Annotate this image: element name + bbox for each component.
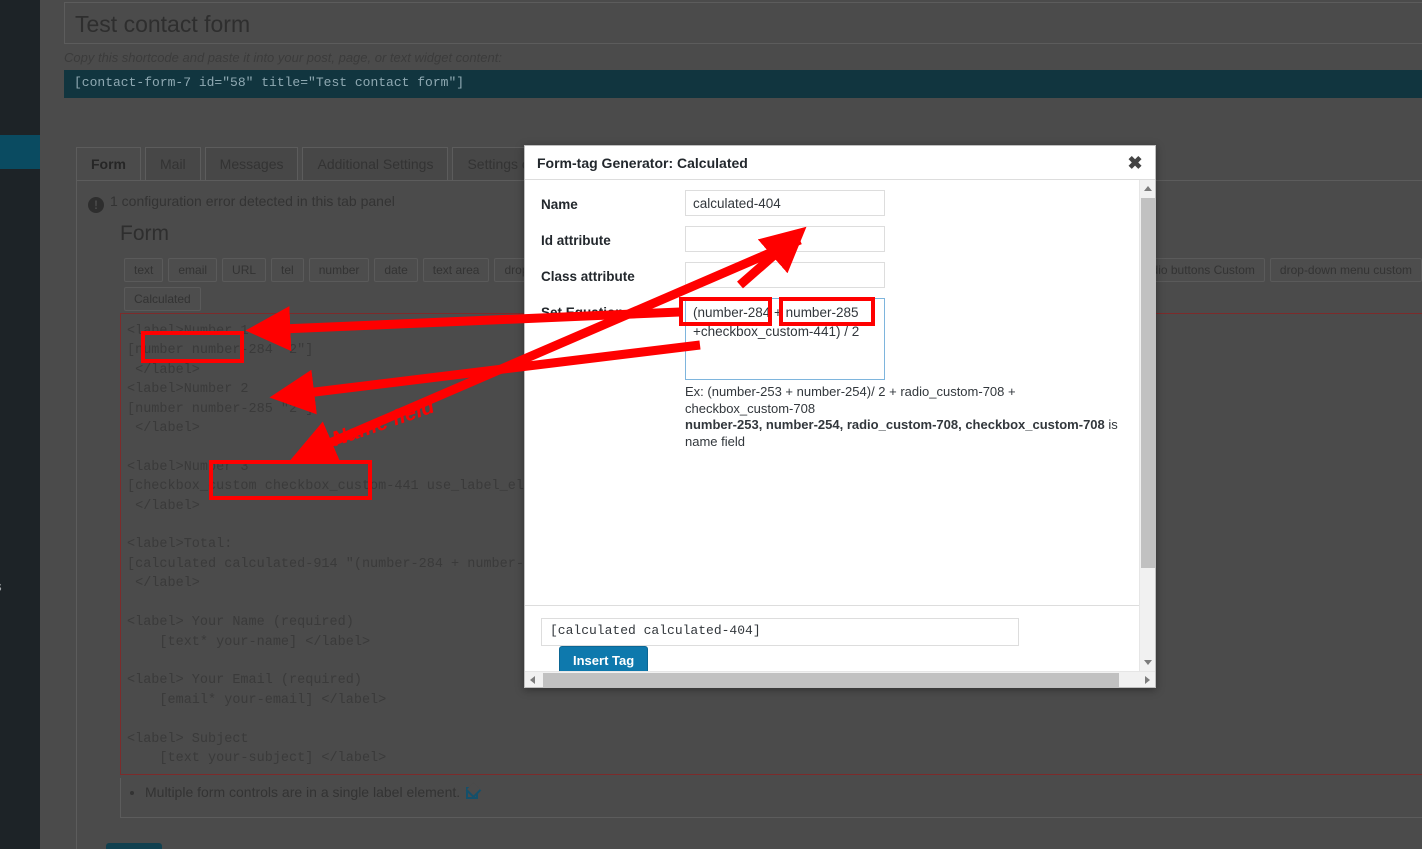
- admin-sidebar[interactable]: ce elds: [0, 0, 40, 849]
- scroll-up-icon[interactable]: [1144, 186, 1152, 191]
- sidebar-item-active[interactable]: [0, 135, 40, 169]
- error-item-text: Multiple form controls are in a single l…: [145, 784, 460, 800]
- field-row-name: Name: [541, 190, 1139, 216]
- class-attribute-input[interactable]: [685, 262, 885, 288]
- vertical-scroll-thumb[interactable]: [1141, 198, 1155, 568]
- save-button[interactable]: [106, 843, 162, 849]
- generated-tag-output[interactable]: [calculated calculated-404]: [541, 618, 1019, 646]
- tab-mail[interactable]: Mail: [145, 147, 201, 182]
- name-input[interactable]: [685, 190, 885, 216]
- set-equation-textarea[interactable]: (number-284 + number-285 +checkbox_custo…: [685, 298, 885, 380]
- tag-button-number[interactable]: number: [309, 258, 370, 282]
- tag-button-tel[interactable]: tel: [271, 258, 304, 282]
- label-id-attribute: Id attribute: [541, 226, 685, 248]
- dialog-title: Form-tag Generator: Calculated: [525, 146, 1155, 180]
- tag-button-email[interactable]: email: [168, 258, 217, 282]
- equation-hint: Ex: (number-253 + number-254)/ 2 + radio…: [685, 384, 1125, 450]
- shortcode-value[interactable]: [contact-form-7 id="58" title="Test cont…: [64, 70, 1422, 98]
- tab-form[interactable]: Form: [76, 147, 141, 182]
- scroll-left-icon[interactable]: [530, 676, 535, 684]
- error-list: Multiple form controls are in a single l…: [120, 778, 1422, 818]
- config-error-text: 1 configuration error detected in this t…: [110, 193, 395, 209]
- tab-additional-settings[interactable]: Additional Settings: [302, 147, 448, 182]
- config-error-notice: ! 1 configuration error detected in this …: [88, 193, 395, 213]
- id-attribute-input[interactable]: [685, 226, 885, 252]
- dialog-footer: [calculated calculated-404] Insert Tag: [525, 605, 1139, 661]
- tag-button-text[interactable]: text: [124, 258, 163, 282]
- form-tag-generator-dialog[interactable]: Form-tag Generator: Calculated ✖ Name Id…: [524, 145, 1156, 688]
- close-icon[interactable]: ✖: [1123, 151, 1147, 175]
- tag-button-calculated[interactable]: Calculated: [124, 287, 201, 311]
- dialog-header: Form-tag Generator: Calculated ✖: [525, 146, 1155, 180]
- tab-messages[interactable]: Messages: [205, 147, 299, 182]
- dialog-vertical-scrollbar[interactable]: [1139, 180, 1155, 671]
- tag-button-drop-down-menu-custom[interactable]: drop-down menu custom: [1270, 258, 1422, 282]
- field-row-equation: Set Equation (number-284 + number-285 +c…: [541, 298, 1139, 380]
- dialog-horizontal-scrollbar[interactable]: [525, 671, 1155, 687]
- equation-hint-example: Ex: (number-253 + number-254)/ 2 + radio…: [685, 384, 1016, 416]
- horizontal-scroll-thumb[interactable]: [543, 673, 1119, 687]
- dialog-body: Name Id attribute Class attribute Set Eq…: [525, 180, 1139, 605]
- page-title-box[interactable]: Test contact form: [64, 2, 1422, 44]
- equation-hint-names: number-253, number-254, radio_custom-708…: [685, 417, 1105, 432]
- alert-icon: !: [88, 197, 104, 213]
- scroll-down-icon[interactable]: [1144, 660, 1152, 665]
- tag-button-date[interactable]: date: [374, 258, 417, 282]
- label-class-attribute: Class attribute: [541, 262, 685, 284]
- shortcode-hint: Copy this shortcode and paste it into yo…: [64, 50, 502, 65]
- tag-button-url[interactable]: URL: [222, 258, 266, 282]
- field-row-class: Class attribute: [541, 262, 1139, 288]
- tag-button-text-area[interactable]: text area: [423, 258, 490, 282]
- tab-bar[interactable]: Form Mail Messages Additional Settings S…: [76, 147, 562, 182]
- label-name: Name: [541, 190, 685, 212]
- external-link-icon[interactable]: [466, 787, 478, 799]
- page-title: Test contact form: [65, 3, 1422, 45]
- form-heading: Form: [120, 222, 169, 246]
- list-item: Multiple form controls are in a single l…: [145, 782, 1422, 800]
- field-row-id: Id attribute: [541, 226, 1139, 252]
- scroll-right-icon[interactable]: [1145, 676, 1150, 684]
- error-list-items: Multiple form controls are in a single l…: [145, 782, 1422, 800]
- label-set-equation: Set Equation: [541, 298, 685, 320]
- sidebar-item-label-1[interactable]: elds: [0, 578, 2, 594]
